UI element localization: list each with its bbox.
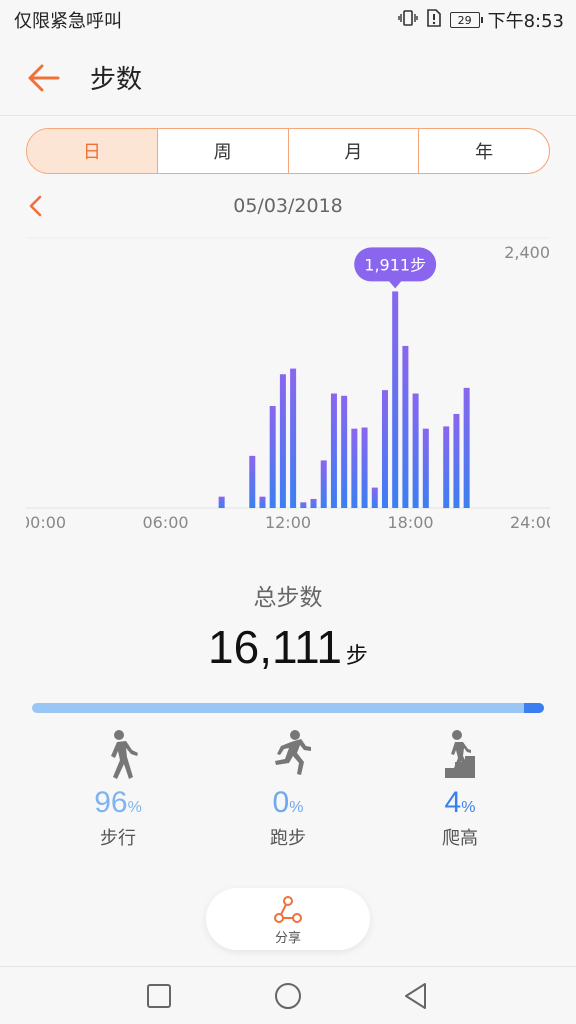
status-carrier-text: 仅限紧急呼叫 [14, 11, 122, 32]
x-tick-label: 00:00 [26, 513, 66, 532]
status-icons: 29 下午8:53 [397, 7, 564, 33]
period-tabs: 日 周 月 年 [26, 128, 550, 174]
x-tick-label: 18:00 [387, 513, 433, 532]
chart-bar[interactable] [249, 455, 256, 508]
chart-bar[interactable] [361, 427, 368, 508]
tab-week[interactable]: 周 [156, 129, 288, 173]
chart-bar[interactable] [259, 496, 266, 508]
total-steps-value: 16,111 [208, 621, 342, 673]
climbing-icon [445, 730, 475, 778]
share-button[interactable]: 分享 [206, 888, 370, 950]
chart-bar[interactable] [453, 413, 460, 508]
share-label: 分享 [274, 931, 301, 946]
previous-day-chevron-icon[interactable] [26, 194, 46, 218]
chart-bar[interactable] [300, 502, 307, 508]
chart-bar[interactable] [330, 393, 337, 508]
running-label: 跑步 [270, 828, 306, 849]
activity-breakdown-bar [32, 703, 544, 713]
highlight-tooltip: 1,911步 [354, 247, 437, 289]
x-tick-label: 06:00 [142, 513, 188, 532]
walking-percent: 96% [94, 786, 142, 819]
chart-bar[interactable] [371, 487, 378, 508]
tab-day[interactable]: 日 [27, 129, 157, 173]
running-stat: 0% 跑步 [198, 728, 378, 850]
chart-bar[interactable] [392, 291, 399, 508]
total-steps: 16,111 步 [0, 620, 576, 674]
total-steps-label: 总步数 [253, 585, 323, 611]
climbing-stat: 4% 爬高 [370, 728, 550, 850]
chart-bar[interactable] [412, 393, 419, 508]
total-steps-unit: 步 [345, 644, 368, 669]
chart-bars [218, 291, 470, 508]
chart-bar[interactable] [463, 387, 470, 508]
back-arrow-icon[interactable] [26, 60, 62, 96]
tooltip-value: 1,911步 [364, 255, 426, 274]
back-triangle-icon[interactable] [398, 979, 432, 1013]
tab-year[interactable]: 年 [418, 129, 549, 173]
sim-alert-icon [426, 9, 442, 31]
chart-bar[interactable] [443, 426, 450, 508]
steps-bar-chart[interactable]: 2,400 00:00 06:00 12:00 18:00 24:00 1,911步 [26, 230, 550, 540]
page-title: 步数 [90, 65, 143, 95]
status-time: 下午8:53 [487, 11, 564, 32]
walking-stat: 96% 步行 [28, 728, 208, 850]
chart-bar[interactable] [218, 496, 225, 508]
tab-month[interactable]: 月 [287, 129, 419, 173]
walking-icon [111, 730, 138, 779]
chart-bar[interactable] [269, 406, 276, 508]
share-icon [274, 896, 302, 923]
chart-bar[interactable] [290, 368, 297, 508]
chart-bar[interactable] [341, 395, 348, 508]
chart-bar[interactable] [402, 345, 409, 508]
current-date: 05/03/2018 [233, 195, 343, 217]
chart-bar[interactable] [422, 428, 429, 508]
recent-apps-icon[interactable] [142, 979, 176, 1013]
status-bar: 仅限紧急呼叫 29 下午8:53 [0, 0, 576, 40]
date-navigator: 05/03/2018 [26, 188, 550, 224]
climb-portion [523, 703, 544, 713]
chart-bar[interactable] [320, 460, 327, 508]
y-axis-max-label: 2,400 [504, 243, 550, 262]
running-icon [275, 730, 311, 775]
home-icon[interactable] [271, 979, 305, 1013]
app-bar: 步数 [0, 40, 576, 116]
running-percent: 0% [272, 786, 304, 819]
climbing-label: 爬高 [442, 828, 478, 849]
walking-label: 步行 [100, 828, 136, 849]
chart-bar[interactable] [279, 374, 286, 508]
chart-bar[interactable] [381, 390, 388, 508]
climbing-percent: 4% [444, 786, 476, 819]
x-axis-ticks: 00:00 06:00 12:00 18:00 24:00 [26, 513, 550, 532]
vibrate-icon [397, 9, 418, 31]
chart-bar[interactable] [310, 498, 317, 508]
x-tick-label: 12:00 [265, 513, 311, 532]
battery-icon: 29 [449, 12, 483, 28]
x-tick-label: 24:00 [510, 513, 550, 532]
system-nav-bar [0, 966, 576, 1024]
chart-bar[interactable] [351, 428, 358, 508]
